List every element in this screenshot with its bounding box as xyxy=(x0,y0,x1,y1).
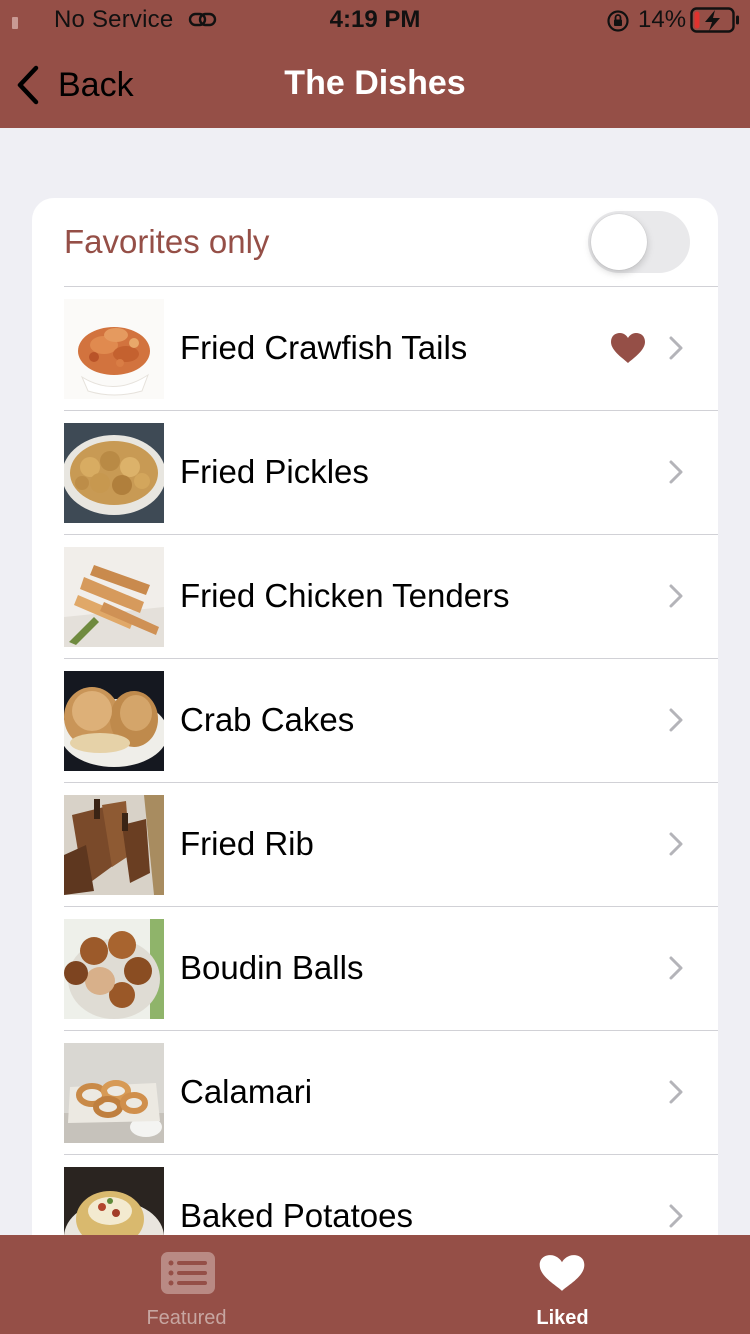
favorites-filter-row: Favorites only xyxy=(32,198,718,286)
tab-featured-label: Featured xyxy=(146,1307,227,1329)
battery-charging-icon xyxy=(690,7,739,33)
chevron-right-icon xyxy=(669,1204,683,1228)
dish-name: Fried Rib xyxy=(180,825,314,862)
orientation-lock-icon xyxy=(607,10,629,32)
dish-name: Calamari xyxy=(180,1073,313,1110)
list-icon xyxy=(161,1252,215,1294)
dish-name: Baked Potatoes xyxy=(180,1197,413,1234)
tab-bar: Featured Liked xyxy=(0,1235,750,1334)
dish-thumbnail xyxy=(64,547,164,647)
list-item[interactable]: Baked Potatoes xyxy=(64,1154,718,1235)
chevron-right-icon xyxy=(669,832,683,856)
dish-name: Fried Crawfish Tails xyxy=(180,329,468,366)
toggle-knob xyxy=(591,214,647,270)
dish-thumbnail xyxy=(64,423,164,523)
dish-thumbnail xyxy=(64,671,164,771)
chevron-right-icon xyxy=(669,956,683,980)
dish-thumbnail xyxy=(64,795,164,895)
content-area: Favorites only Fried Crawfish Tails Frie… xyxy=(0,128,750,1235)
battery-percent: 14% xyxy=(638,6,687,33)
tab-featured[interactable]: Featured xyxy=(0,1235,375,1334)
list-item[interactable]: Fried Chicken Tenders xyxy=(64,534,718,658)
favorites-only-toggle[interactable] xyxy=(588,211,690,273)
chevron-right-icon xyxy=(669,584,683,608)
dish-name: Fried Pickles xyxy=(180,453,369,490)
dish-name: Boudin Balls xyxy=(180,949,364,986)
dish-name: Fried Chicken Tenders xyxy=(180,577,510,614)
list-item[interactable]: Fried Rib xyxy=(64,782,718,906)
list-item[interactable]: Boudin Balls xyxy=(64,906,718,1030)
heart-icon xyxy=(611,333,645,363)
heart-icon xyxy=(539,1255,585,1291)
dish-name: Crab Cakes xyxy=(180,701,355,738)
list-item[interactable]: Fried Pickles xyxy=(64,410,718,534)
page-title: The Dishes xyxy=(284,64,466,102)
tab-liked-label: Liked xyxy=(536,1307,589,1329)
dish-list: Fried Crawfish Tails Fried Pickles Fried… xyxy=(64,286,718,1235)
dish-thumbnail xyxy=(64,299,164,399)
chevron-right-icon xyxy=(669,708,683,732)
favorites-only-label: Favorites only xyxy=(64,223,270,260)
dishes-card: Favorites only Fried Crawfish Tails Frie… xyxy=(32,198,718,1235)
status-bar: No Service 4:19 PM 14% xyxy=(0,0,750,40)
list-item[interactable]: Calamari xyxy=(64,1030,718,1154)
list-item[interactable]: Fried Crawfish Tails xyxy=(64,286,718,410)
header: No Service 4:19 PM 14% Back The Dishes xyxy=(0,0,750,128)
chevron-right-icon xyxy=(669,336,683,360)
dish-thumbnail xyxy=(64,1043,164,1143)
list-item[interactable]: Crab Cakes xyxy=(64,658,718,782)
navigation-bar: Back The Dishes xyxy=(0,40,750,128)
chevron-right-icon xyxy=(669,460,683,484)
tab-liked[interactable]: Liked xyxy=(375,1235,750,1334)
dish-thumbnail xyxy=(64,1167,164,1235)
chevron-right-icon xyxy=(669,1080,683,1104)
dish-thumbnail xyxy=(64,919,164,1019)
